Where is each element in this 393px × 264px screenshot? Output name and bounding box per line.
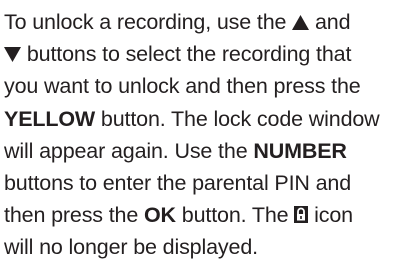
text-run: will no longer be displayed.	[4, 235, 258, 260]
text-line-3: you want to unlock and then press the	[4, 70, 393, 102]
ok-button-label: OK	[143, 203, 176, 228]
text-line-4: YELLOW button. The lock code window	[4, 103, 393, 135]
text-run: To unlock a recording, use the	[4, 10, 293, 34]
text-run: will appear again. Use the	[4, 138, 254, 163]
text-line-2: buttons to select the recording that	[4, 38, 393, 70]
text-run: you want to unlock and then press the	[4, 74, 361, 99]
number-button-label: NUMBER	[253, 138, 347, 163]
text-line-7: then press the OK button. The icon	[4, 199, 393, 231]
instruction-paragraph: To unlock a recording, use the and butto…	[4, 6, 393, 264]
text-run: buttons to select the recording that	[21, 42, 352, 67]
yellow-button-label: YELLOW	[4, 106, 96, 131]
text-line-8: will no longer be displayed.	[4, 231, 393, 263]
text-run: buttons to enter the parental PIN and	[4, 170, 352, 195]
text-line-1: To unlock a recording, use the and	[4, 6, 393, 38]
text-line-6: buttons to enter the parental PIN and	[4, 167, 393, 199]
text-line-5: will appear again. Use the NUMBER	[4, 135, 393, 167]
text-run: icon	[308, 203, 353, 228]
text-run: button. The	[175, 203, 295, 228]
text-run: button. The lock code window	[95, 106, 380, 131]
text-run: and	[309, 10, 351, 34]
padlock-icon	[294, 199, 309, 231]
text-run: then press the	[4, 203, 144, 228]
up-arrow-icon	[292, 6, 310, 38]
down-arrow-icon	[4, 38, 21, 70]
